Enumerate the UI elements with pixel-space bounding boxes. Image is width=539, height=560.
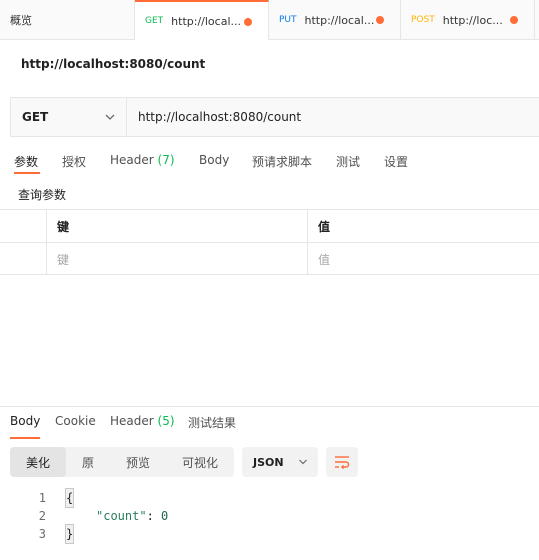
json-separator: :: [146, 509, 162, 523]
tab-request-get[interactable]: GET http://local...: [135, 0, 269, 40]
code-brace-close: }: [64, 524, 75, 544]
response-tab-test-results[interactable]: 测试结果: [188, 414, 236, 431]
code-line: 1 {: [0, 488, 539, 508]
response-tab-body[interactable]: Body: [10, 414, 40, 428]
view-mode-group: 美化 原 预览 可视化: [10, 447, 234, 477]
tab-headers-count: (7): [157, 153, 175, 167]
view-pretty-button[interactable]: 美化: [10, 447, 66, 477]
tab-auth[interactable]: 授权: [62, 153, 86, 170]
tab-settings[interactable]: 设置: [384, 153, 408, 170]
active-response-tab-indicator: [10, 437, 40, 439]
checkbox-column-header: [0, 210, 46, 242]
tab-method-label: POST: [411, 15, 435, 25]
tab-request-put[interactable]: PUT http://local...: [269, 0, 401, 40]
line-number: 2: [38, 509, 46, 523]
param-key-input[interactable]: 键: [46, 243, 307, 275]
column-header-key: 键: [46, 210, 307, 242]
chevron-down-icon: [299, 459, 307, 465]
json-value: 0: [161, 509, 169, 523]
code-brace-open: {: [64, 488, 75, 508]
table-row: 键 值: [0, 242, 539, 275]
url-input[interactable]: http://localhost:8080/count: [127, 98, 539, 136]
tab-prerequest-script[interactable]: 预请求脚本: [252, 153, 312, 170]
method-select-value: GET: [22, 110, 49, 124]
code-entry: "count": 0: [96, 507, 168, 525]
tab-method-label: GET: [145, 16, 164, 26]
tab-method-label: PUT: [279, 15, 297, 25]
param-value-input[interactable]: 值: [307, 243, 539, 275]
wrap-lines-icon: [335, 456, 350, 469]
response-body-code[interactable]: 1 { 2 "count": 0 3 }: [0, 488, 539, 544]
response-tab-headers-count: (5): [157, 414, 175, 428]
row-checkbox-cell: [0, 243, 46, 275]
chevron-down-icon: [105, 114, 115, 120]
tab-url-label: http://local...: [304, 13, 375, 27]
format-select-value: JSON: [253, 455, 284, 469]
line-number: 1: [38, 491, 46, 505]
active-tab-indicator: [14, 172, 40, 174]
line-number: 3: [38, 527, 46, 541]
request-tabs: 参数 授权 Header (7) Body 预请求脚本 测试 设置: [0, 148, 539, 178]
tab-body[interactable]: Body: [199, 153, 229, 167]
query-params-table: 键 值 键 值: [0, 209, 539, 275]
view-raw-button[interactable]: 原: [66, 447, 110, 477]
response-tab-cookie[interactable]: Cookie: [55, 414, 96, 428]
query-params-label: 查询参数: [18, 188, 67, 202]
tab-url-label: http://loc...: [442, 13, 503, 27]
code-line: 2 "count": 0: [0, 507, 539, 525]
tab-request-post[interactable]: POST http://loc...: [401, 0, 535, 40]
tab-tests[interactable]: 测试: [336, 153, 360, 170]
table-header-row: 键 值: [0, 209, 539, 242]
tab-url-label: http://local...: [171, 14, 241, 28]
method-select[interactable]: GET: [11, 98, 127, 136]
unsaved-dot-icon: [376, 16, 384, 24]
response-tab-headers-label: Header: [110, 414, 154, 428]
tab-overview[interactable]: 概览: [0, 0, 135, 40]
code-line: 3 }: [0, 524, 539, 544]
response-divider[interactable]: [0, 406, 539, 407]
response-tab-headers[interactable]: Header (5): [110, 414, 175, 428]
response-tabs: Body Cookie Header (5) 测试结果: [0, 414, 539, 440]
tab-overview-label: 概览: [10, 14, 32, 27]
view-visualize-button[interactable]: 可视化: [166, 447, 234, 477]
column-header-value: 值: [307, 210, 539, 242]
unsaved-dot-icon: [510, 16, 518, 24]
format-select[interactable]: JSON: [242, 447, 318, 477]
tab-headers[interactable]: Header (7): [110, 153, 175, 167]
request-title[interactable]: http://localhost:8080/count: [21, 57, 205, 71]
tab-params[interactable]: 参数: [14, 153, 38, 170]
tab-bar: 概览 GET http://local... PUT http://local.…: [0, 0, 539, 40]
wrap-lines-button[interactable]: [326, 447, 358, 477]
unsaved-dot-icon: [244, 18, 252, 26]
tab-headers-label: Header: [110, 153, 154, 167]
json-key: "count": [96, 509, 147, 523]
url-bar: GET http://localhost:8080/count: [10, 97, 539, 137]
view-preview-button[interactable]: 预览: [110, 447, 166, 477]
